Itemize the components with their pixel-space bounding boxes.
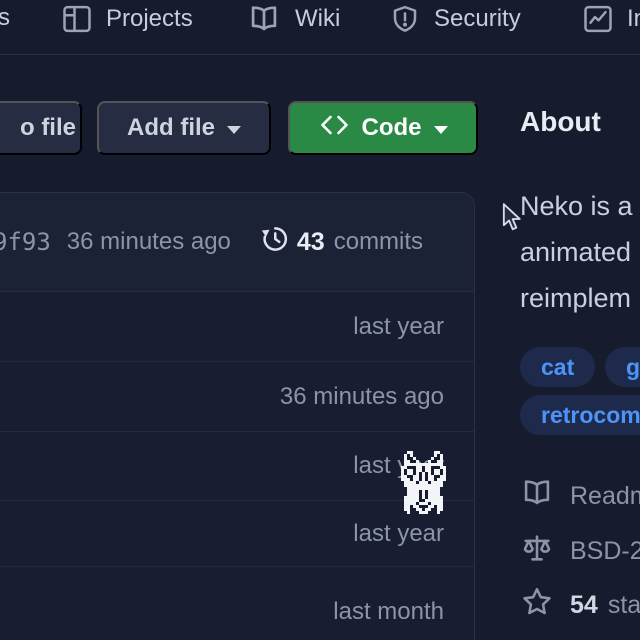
- file-row[interactable]: 36 minutes ago: [0, 361, 474, 431]
- book-icon: [520, 478, 554, 515]
- topic-tag-go[interactable]: go: [605, 347, 640, 387]
- about-description: Neko is a animated reimplem: [520, 183, 633, 321]
- stars-link[interactable]: 54 sta: [520, 585, 640, 626]
- topic-tag-cat[interactable]: cat: [520, 347, 595, 387]
- go-to-file-label: o file: [20, 114, 76, 142]
- book-icon: [247, 4, 281, 34]
- commit-hash[interactable]: 9f93: [0, 228, 51, 256]
- tab-insights[interactable]: In: [583, 1, 640, 37]
- about-description-line: Neko is a: [520, 183, 633, 229]
- code-label: Code: [362, 114, 422, 142]
- stars-count: 54: [570, 591, 598, 620]
- graph-icon: [583, 4, 613, 34]
- file-table: 9f93 36 minutes ago 43 commits last year…: [0, 192, 475, 640]
- shield-exclamation-icon: [390, 4, 420, 34]
- add-file-label: Add file: [127, 114, 215, 142]
- commit-history-link[interactable]: 43 commits: [259, 224, 423, 261]
- code-chevrons-icon: [319, 114, 350, 143]
- file-row-updated: last year: [353, 313, 444, 341]
- tab-wiki[interactable]: Wiki: [247, 1, 340, 37]
- tab-label: Projects: [106, 5, 193, 33]
- tab-label: Wiki: [295, 5, 340, 33]
- readme-label: Readm: [570, 482, 640, 511]
- mouse-cursor-icon: [501, 203, 523, 236]
- license-label: BSD-2: [570, 537, 640, 566]
- about-description-line: reimplem: [520, 275, 633, 321]
- commit-count: 43: [297, 228, 325, 257]
- readme-link[interactable]: Readm: [520, 478, 640, 515]
- github-repo-page: s Projects Wiki: [0, 0, 640, 640]
- file-row-updated: 36 minutes ago: [280, 383, 444, 411]
- go-to-file-button[interactable]: o file: [0, 101, 82, 155]
- about-heading: About: [520, 106, 601, 138]
- commit-count-label: commits: [334, 228, 423, 256]
- tab-label: In: [627, 5, 640, 33]
- commit-time: 36 minutes ago: [67, 228, 231, 256]
- file-row[interactable]: last month: [0, 566, 474, 640]
- tab-security[interactable]: Security: [390, 1, 521, 37]
- star-icon: [520, 585, 554, 626]
- latest-commit-bar[interactable]: 9f93 36 minutes ago 43 commits: [0, 193, 474, 292]
- tab-label: Security: [434, 5, 521, 33]
- table-icon: [62, 4, 92, 34]
- nav-overflow-fragment[interactable]: s: [0, 4, 10, 32]
- about-description-line: animated: [520, 229, 633, 275]
- license-link[interactable]: BSD-2: [520, 531, 640, 572]
- neko-cat-sprite: [401, 451, 446, 514]
- file-row[interactable]: last year: [0, 292, 474, 361]
- file-row-updated: last year: [353, 520, 444, 548]
- chevron-down-icon: [227, 126, 241, 134]
- topic-tag-retrocomputing[interactable]: retrocomp: [520, 395, 640, 435]
- file-row-updated: last month: [333, 598, 444, 626]
- stars-label: sta: [608, 591, 640, 620]
- tab-projects[interactable]: Projects: [62, 1, 193, 37]
- code-button[interactable]: Code: [288, 101, 478, 155]
- add-file-button[interactable]: Add file: [97, 101, 271, 155]
- history-icon: [259, 224, 289, 261]
- chevron-down-icon: [434, 126, 448, 134]
- law-icon: [520, 531, 554, 572]
- repo-tab-bar: s Projects Wiki: [0, 0, 640, 55]
